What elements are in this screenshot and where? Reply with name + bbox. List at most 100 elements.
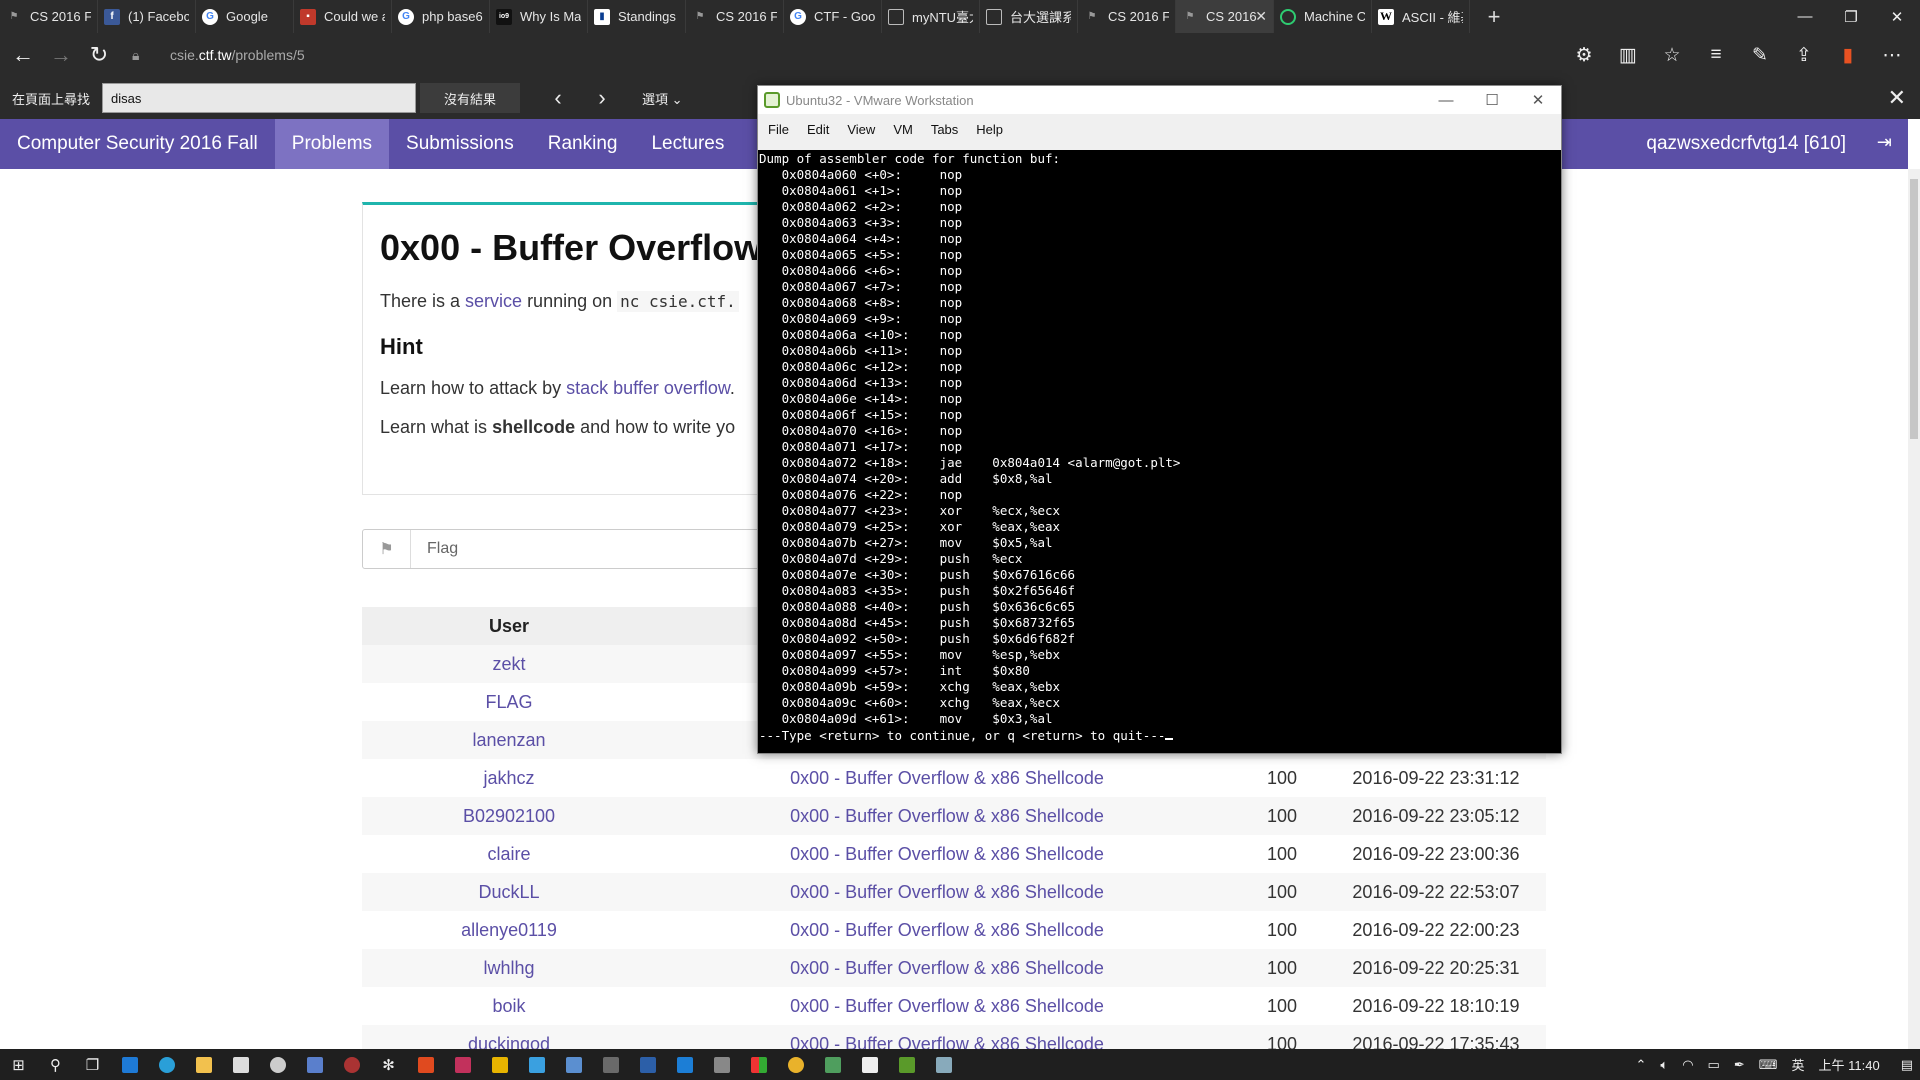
problem-link[interactable]: 0x00 - Buffer Overflow & x86 Shellcode [790, 996, 1104, 1016]
tab-14[interactable]: W ASCII - 維基 [1372, 0, 1470, 33]
minimize-icon[interactable]: — [1782, 0, 1828, 33]
problem-link[interactable]: 0x00 - Buffer Overflow & x86 Shellcode [790, 920, 1104, 940]
app-icon-4[interactable] [407, 1049, 444, 1080]
tab-12[interactable]: ⚑ CS 2016 ✕ [1176, 0, 1274, 33]
user-link[interactable]: B02902100 [463, 806, 555, 826]
nav-lectures[interactable]: Lectures [634, 119, 741, 169]
vm-close-icon[interactable]: ✕ [1515, 86, 1561, 114]
office-icon[interactable]: ▮ [1826, 44, 1870, 67]
tab-10[interactable]: 台大選課系統 [980, 0, 1078, 33]
extension-icon[interactable]: ⚙ [1562, 44, 1606, 67]
find-previous-icon[interactable]: ‹ [538, 85, 578, 111]
vmware-taskbar-icon[interactable] [888, 1049, 925, 1080]
more-icon[interactable]: ⋯ [1870, 44, 1914, 67]
tab-3[interactable]: ▪ Could we ac [294, 0, 392, 33]
menu-view[interactable]: View [847, 122, 875, 137]
problem-link[interactable]: 0x00 - Buffer Overflow & x86 Shellcode [790, 806, 1104, 826]
start-windows-icon[interactable]: ⊞ [0, 1049, 37, 1080]
tab-5[interactable]: io9 Why Is Mars [490, 0, 588, 33]
clock[interactable]: 上午 11:40 [1819, 1055, 1880, 1074]
menu-tabs[interactable]: Tabs [931, 122, 958, 137]
logout-icon[interactable]: ⇥ [1877, 132, 1892, 153]
reading-view-icon[interactable]: ▥ [1606, 44, 1650, 67]
user-link[interactable]: FLAG [485, 692, 532, 712]
app-icon-5[interactable] [444, 1049, 481, 1080]
app-icon-12[interactable] [703, 1049, 740, 1080]
chrome-icon[interactable] [777, 1049, 814, 1080]
menu-edit[interactable]: Edit [807, 122, 829, 137]
tab-2[interactable]: G Google [196, 0, 294, 33]
vm-maximize-icon[interactable]: ☐ [1469, 86, 1515, 114]
menu-help[interactable]: Help [976, 122, 1003, 137]
nav-problems[interactable]: Problems [274, 119, 390, 169]
app-icon-2[interactable] [296, 1049, 333, 1080]
service-link[interactable]: service [465, 291, 522, 311]
url-field[interactable]: csie.ctf.tw/problems/5 [170, 47, 305, 63]
app-icon-8[interactable] [555, 1049, 592, 1080]
vmware-titlebar[interactable]: Ubuntu32 - VMware Workstation — ☐ ✕ [758, 86, 1561, 114]
terminal-console[interactable]: Dump of assembler code for function buf:… [758, 150, 1561, 753]
tab-6[interactable]: ▮ Standings - [588, 0, 686, 33]
scrollbar-thumb[interactable] [1910, 179, 1918, 439]
user-link[interactable]: claire [487, 844, 530, 864]
find-options-button[interactable]: 選項 ⌄ [642, 89, 683, 108]
pen-icon[interactable]: ✒ [1734, 1057, 1745, 1073]
store-icon[interactable] [222, 1049, 259, 1080]
vm-minimize-icon[interactable]: — [1423, 86, 1469, 114]
action-center-icon[interactable]: ▤ [1901, 1057, 1913, 1073]
user-link[interactable]: DuckLL [478, 882, 539, 902]
problem-link[interactable]: 0x00 - Buffer Overflow & x86 Shellcode [790, 882, 1104, 902]
restore-icon[interactable]: ❐ [1828, 0, 1874, 33]
edge-icon[interactable] [111, 1049, 148, 1080]
file-explorer-icon[interactable] [185, 1049, 222, 1080]
share-icon[interactable]: ⇪ [1782, 44, 1826, 67]
task-view-icon[interactable]: ❐ [74, 1049, 111, 1080]
menu-vm[interactable]: VM [893, 122, 913, 137]
find-input[interactable]: disas [102, 83, 416, 113]
app-icon-9[interactable] [592, 1049, 629, 1080]
find-next-icon[interactable]: › [582, 85, 622, 111]
ie-icon[interactable] [148, 1049, 185, 1080]
user-link[interactable]: jakhcz [483, 768, 534, 788]
app-icon-6[interactable] [481, 1049, 518, 1080]
tab-9[interactable]: myNTU臺大 [882, 0, 980, 33]
site-brand[interactable]: Computer Security 2016 Fall [0, 133, 275, 155]
tab-7[interactable]: ⚑ CS 2016 Fall [686, 0, 784, 33]
app-icon-11[interactable] [666, 1049, 703, 1080]
settings-gear-icon[interactable]: ✻ [370, 1049, 407, 1080]
volume-icon[interactable]: 🔈︎ [1660, 1057, 1668, 1073]
back-arrow-icon[interactable]: ← [4, 36, 42, 74]
battery-icon[interactable]: ▭ [1708, 1057, 1720, 1073]
user-link[interactable]: zekt [492, 654, 525, 674]
user-link[interactable]: lwhlhg [483, 958, 534, 978]
user-link[interactable]: allenye0119 [461, 920, 557, 940]
tab-13[interactable]: Machine Co [1274, 0, 1372, 33]
hub-icon[interactable]: ≡ [1694, 44, 1738, 66]
app-icon-10[interactable] [629, 1049, 666, 1080]
ime-indicator[interactable]: 英 [1792, 1055, 1805, 1074]
tab-1[interactable]: f (1) Facebook [98, 0, 196, 33]
tab-4[interactable]: Gphp base64_ [392, 0, 490, 33]
app-icon-16[interactable] [925, 1049, 962, 1080]
problem-link[interactable]: 0x00 - Buffer Overflow & x86 Shellcode [790, 768, 1104, 788]
page-scrollbar[interactable] [1908, 169, 1920, 1049]
nav-submissions[interactable]: Submissions [389, 119, 531, 169]
network-icon[interactable]: ◠ [1682, 1057, 1693, 1073]
app-icon-14[interactable] [814, 1049, 851, 1080]
menu-file[interactable]: File [768, 122, 789, 137]
problem-link[interactable]: 0x00 - Buffer Overflow & x86 Shellcode [790, 958, 1104, 978]
search-icon[interactable]: ⚲ [37, 1049, 74, 1080]
tab-8[interactable]: G CTF - Googl [784, 0, 882, 33]
app-icon-15[interactable] [851, 1049, 888, 1080]
app-icon-7[interactable] [518, 1049, 555, 1080]
keyboard-icon[interactable]: ⌨ [1759, 1057, 1778, 1073]
user-badge[interactable]: qazwsxedcrfvtg14 [610] [1646, 119, 1846, 169]
close-tab-icon[interactable]: ✕ [1255, 8, 1267, 25]
find-close-icon[interactable]: ✕ [1888, 85, 1906, 111]
problem-link[interactable]: 0x00 - Buffer Overflow & x86 Shellcode [790, 844, 1104, 864]
favorite-star-icon[interactable]: ☆ [1650, 44, 1694, 67]
app-icon-1[interactable] [259, 1049, 296, 1080]
tray-chevron-up-icon[interactable]: ⌃ [1635, 1057, 1646, 1073]
tab-0[interactable]: ⚑ CS 2016 Fall [0, 0, 98, 33]
web-note-icon[interactable]: ✎ [1738, 44, 1782, 67]
